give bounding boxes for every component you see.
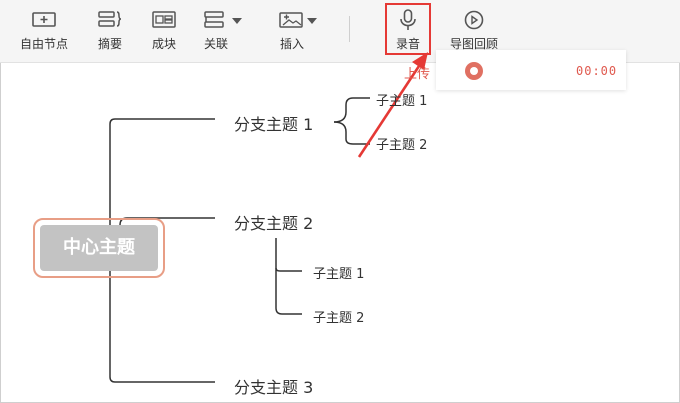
upload-button[interactable]: 上传 xyxy=(404,63,430,82)
branch-topic-3[interactable]: 分支主题 3 xyxy=(234,374,313,398)
subtopic-1-2[interactable]: 子主题 2 xyxy=(376,134,427,153)
subtopic-1-1[interactable]: 子主题 1 xyxy=(376,90,427,109)
subtopic-2-2[interactable]: 子主题 2 xyxy=(313,307,364,326)
subtopic-2-1[interactable]: 子主题 1 xyxy=(313,263,364,282)
record-start-button[interactable] xyxy=(465,62,483,80)
recording-timer: 00:00 xyxy=(576,64,618,78)
central-topic[interactable]: 中心主题 xyxy=(40,225,158,271)
branch-topic-1[interactable]: 分支主题 1 xyxy=(234,111,313,135)
branch-topic-2[interactable]: 分支主题 2 xyxy=(234,210,313,234)
